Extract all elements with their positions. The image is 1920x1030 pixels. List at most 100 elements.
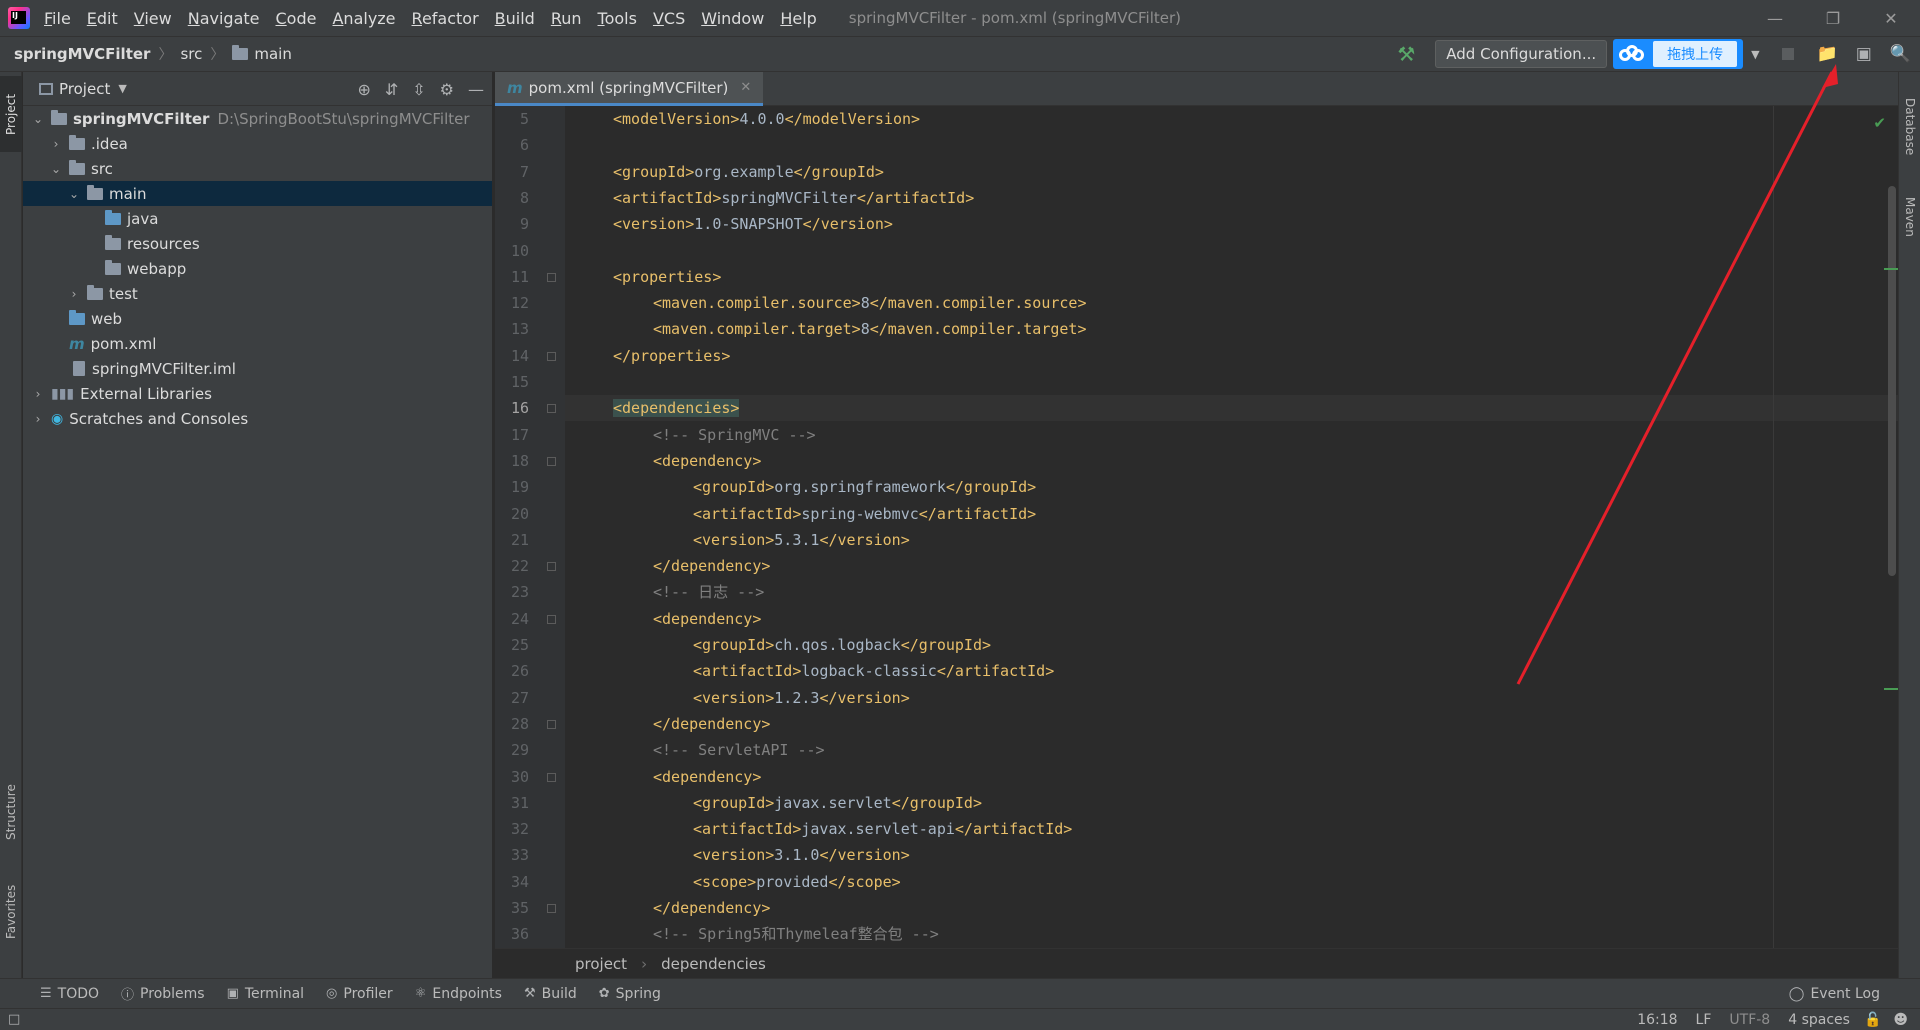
code-line[interactable]: <dependencies> <box>613 395 740 421</box>
menu-help[interactable]: Help <box>780 9 816 28</box>
close-tab-icon[interactable]: ✕ <box>740 80 751 95</box>
menu-file[interactable]: File <box>44 9 71 28</box>
chevron-right-icon[interactable]: › <box>67 287 81 301</box>
minimize-button[interactable]: — <box>1746 0 1804 36</box>
baidu-netdisk-upload-button[interactable]: 拖拽上传 <box>1613 39 1744 69</box>
chevron-down-icon[interactable]: ⌄ <box>31 112 45 126</box>
menu-vcs[interactable]: VCS <box>653 9 685 28</box>
tree-item-main[interactable]: ⌄ main <box>23 181 492 206</box>
code-line[interactable]: <artifactId>javax.servlet-api</artifactI… <box>693 816 1072 842</box>
tab-project-tool[interactable]: Project <box>0 76 22 152</box>
menu-build[interactable]: Build <box>495 9 535 28</box>
indent-setting[interactable]: 4 spaces <box>1788 1012 1850 1028</box>
hide-panel-icon[interactable]: — <box>468 80 484 99</box>
chevron-down-icon[interactable]: ⌄ <box>49 162 63 176</box>
close-window-button[interactable]: ✕ <box>1862 0 1920 36</box>
menu-edit[interactable]: Edit <box>87 9 118 28</box>
breadcrumb-dependencies[interactable]: dependencies <box>661 955 766 973</box>
tool-event-log[interactable]: ◯ Event Log <box>1789 979 1880 1009</box>
menu-refactor[interactable]: Refactor <box>412 9 479 28</box>
code-line[interactable]: <!-- 日志 --> <box>653 579 764 605</box>
restore-button[interactable]: ❐ <box>1804 0 1862 36</box>
tool-terminal[interactable]: ▣ Terminal <box>227 986 304 1002</box>
terminal-window-icon[interactable]: ▣ <box>1856 44 1872 64</box>
code-line[interactable]: <dependency> <box>653 606 761 632</box>
dropdown-caret-icon[interactable]: ▼ <box>1751 48 1759 61</box>
code-line[interactable]: <groupId>org.springframework</groupId> <box>693 474 1036 500</box>
fold-marker-icon[interactable] <box>547 351 556 361</box>
build-hammer-icon[interactable]: ⚒ <box>1397 42 1415 66</box>
chevron-right-icon[interactable]: › <box>31 387 45 401</box>
fold-marker-icon[interactable] <box>547 719 556 729</box>
code-line[interactable]: <artifactId>springMVCFilter</artifactId> <box>613 185 974 211</box>
toggle-tool-windows-icon[interactable]: □ <box>8 1012 20 1027</box>
tool-todo[interactable]: ☰ TODO <box>40 986 99 1002</box>
code-line[interactable]: </properties> <box>613 343 730 369</box>
fold-marker-icon[interactable] <box>547 404 556 414</box>
menu-view[interactable]: View <box>134 9 172 28</box>
fold-marker-icon[interactable] <box>547 614 556 624</box>
tool-build[interactable]: ⚒ Build <box>524 986 577 1002</box>
tree-item-iml[interactable]: springMVCFilter.iml <box>23 356 492 381</box>
caret-position[interactable]: 16:18 <box>1637 1012 1677 1028</box>
code-line[interactable]: <modelVersion>4.0.0</modelVersion> <box>613 106 920 132</box>
locate-file-icon[interactable]: ⊕ <box>357 80 370 99</box>
code-line[interactable]: <artifactId>logback-classic</artifactId> <box>693 658 1054 684</box>
fold-marker-icon[interactable] <box>547 904 556 913</box>
code-line[interactable]: <groupId>ch.qos.logback</groupId> <box>693 632 991 658</box>
tree-item-external-libraries[interactable]: › ▮▮▮ External Libraries <box>23 381 492 406</box>
tree-item-scratches[interactable]: › ◉ Scratches and Consoles <box>23 406 492 431</box>
fold-marker-icon[interactable] <box>547 772 556 782</box>
tree-item-webapp[interactable]: webapp <box>23 256 492 281</box>
fold-marker-icon[interactable] <box>547 562 556 572</box>
code-line[interactable]: <dependency> <box>653 764 761 790</box>
code-line[interactable]: <properties> <box>613 264 721 290</box>
tab-pom-xml[interactable]: m pom.xml (springMVCFilter) ✕ <box>495 72 764 106</box>
code-editor[interactable]: 5 6 7 8 9 10 11 12 13 14 15 16 17 18 19 20 21 22 23 24 25 26 2… <box>495 106 1898 948</box>
code-line[interactable]: </dependency> <box>653 711 770 737</box>
chevron-right-icon[interactable]: › <box>31 412 45 426</box>
code-line[interactable]: <version>1.2.3</version> <box>693 685 910 711</box>
tab-database-tool[interactable]: Database <box>1899 84 1920 170</box>
search-icon[interactable]: 🔍 <box>1890 44 1911 64</box>
menu-window[interactable]: Window <box>701 9 764 28</box>
tree-item-root[interactable]: ⌄ springMVCFilter D:\SpringBootStu\sprin… <box>23 106 492 131</box>
tab-favorites-tool[interactable]: Favorites <box>0 872 22 952</box>
tree-item-src[interactable]: ⌄ src <box>23 156 492 181</box>
menu-tools[interactable]: Tools <box>598 9 637 28</box>
menu-analyze[interactable]: Analyze <box>332 9 395 28</box>
menu-navigate[interactable]: Navigate <box>188 9 260 28</box>
project-view-selector[interactable]: Project <box>59 80 110 98</box>
code-line[interactable]: <artifactId>spring-webmvc</artifactId> <box>693 501 1036 527</box>
stop-icon[interactable] <box>1781 48 1794 60</box>
menu-code[interactable]: Code <box>276 9 317 28</box>
tree-item-pom[interactable]: m pom.xml <box>23 331 492 356</box>
code-line[interactable]: <version>5.3.1</version> <box>693 527 910 553</box>
code-line[interactable]: <maven.compiler.target>8</maven.compiler… <box>653 316 1087 342</box>
tree-item-web[interactable]: web <box>23 306 492 331</box>
add-configuration-button[interactable]: Add Configuration... <box>1435 40 1608 68</box>
breadcrumb-project[interactable]: project <box>575 955 627 973</box>
inspector-icon[interactable]: ☻ <box>1893 1012 1908 1028</box>
chevron-down-icon[interactable]: ⌄ <box>67 187 81 201</box>
project-structure-icon[interactable]: 📁 <box>1817 44 1838 64</box>
tool-endpoints[interactable]: ⚛ Endpoints <box>415 986 502 1002</box>
tree-item-resources[interactable]: resources <box>23 231 492 256</box>
file-encoding[interactable]: UTF-8 <box>1729 1012 1770 1028</box>
code-line[interactable]: </dependency> <box>653 553 770 579</box>
code-line[interactable]: <!-- SpringMVC --> <box>653 422 816 448</box>
nav-src[interactable]: src <box>180 45 202 63</box>
no-problems-check-icon[interactable]: ✔ <box>1873 114 1886 132</box>
vertical-scrollbar[interactable] <box>1888 186 1896 576</box>
lock-icon[interactable]: 🔓 <box>1864 1012 1881 1028</box>
chevron-down-icon[interactable]: ▼ <box>118 82 126 95</box>
nav-project[interactable]: springMVCFilter <box>14 45 150 63</box>
line-separator[interactable]: LF <box>1696 1012 1712 1028</box>
gear-icon[interactable]: ⚙ <box>440 80 454 99</box>
fold-marker-icon[interactable] <box>547 272 556 282</box>
code-line[interactable]: <groupId>javax.servlet</groupId> <box>693 790 982 816</box>
tab-maven-tool[interactable]: Maven <box>1899 182 1920 252</box>
tree-item-idea[interactable]: › .idea <box>23 131 492 156</box>
tool-profiler[interactable]: ◎ Profiler <box>326 986 393 1002</box>
code-line[interactable]: <maven.compiler.source>8</maven.compiler… <box>653 290 1087 316</box>
